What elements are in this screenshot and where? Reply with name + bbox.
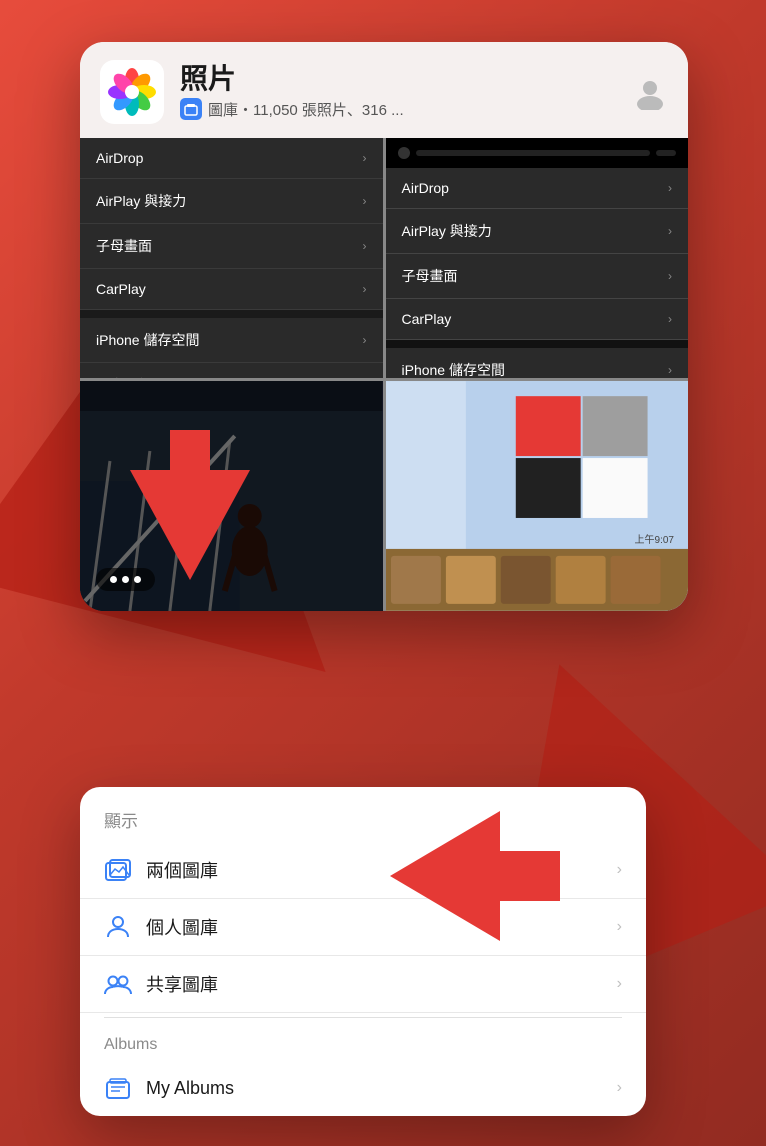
carplay-item-right[interactable]: CarPlay › [386, 299, 689, 340]
color-grid-area: 上午9:07 [386, 381, 689, 611]
albums-section-label: Albums [80, 1022, 646, 1060]
shared-icon [104, 970, 132, 998]
my-albums-label: My Albums [146, 1078, 234, 1099]
dark-menu-left: AirDrop › AirPlay 與接力 › 子母畫面 › CarPlay › [80, 138, 383, 378]
app-icon [100, 60, 164, 124]
popup-separator [104, 1017, 622, 1018]
profile-icon[interactable] [632, 74, 668, 110]
personal-library-label: 個人圖庫 [146, 914, 218, 940]
two-libraries-label: 兩個圖庫 [146, 857, 218, 883]
screenshot-top-right: AirDrop › AirPlay 與接力 › 子母畫面 › CarPlay › [386, 138, 689, 378]
app-subtitle: 圖庫・11,050 張照片、316 ... [180, 98, 632, 120]
airdrop-item-left[interactable]: AirDrop › [80, 138, 383, 179]
popup-card: 顯示 兩個圖庫 › 個人圖庫 › [80, 787, 646, 1116]
popup-header-title: 顯示 [104, 812, 138, 831]
storage-item-left[interactable]: iPhone 儲存空間 › [80, 318, 383, 363]
popup-item-left: 兩個圖庫 [104, 856, 218, 884]
screenshot-top-left: AirDrop › AirPlay 與接力 › 子母畫面 › CarPlay › [80, 138, 383, 378]
airplay-item-left[interactable]: AirPlay 與接力 › [80, 179, 383, 224]
gallery-icon [104, 856, 132, 884]
storage-item-right[interactable]: iPhone 儲存空間 › [386, 348, 689, 378]
dot-1 [110, 576, 117, 583]
popup-item-left-4: My Albums [104, 1074, 234, 1102]
library-icon [180, 98, 202, 120]
popup-header: 顯示 [80, 787, 646, 842]
airdrop-item-right[interactable]: AirDrop › [386, 168, 689, 209]
popup-item-my-albums[interactable]: My Albums › [80, 1060, 646, 1116]
chevron-icon-3: › [617, 975, 622, 993]
carplay-item-left[interactable]: CarPlay › [80, 269, 383, 310]
chevron-icon-2: › [617, 918, 622, 936]
menu-separator-right [386, 340, 689, 348]
popup-item-shared-library[interactable]: 共享圖庫 › [80, 956, 646, 1013]
app-title: 照片 [180, 64, 632, 95]
red-arrow-left [130, 430, 250, 595]
more-item-left[interactable]: 更多動態... [80, 363, 383, 378]
popup-item-personal-library[interactable]: 個人圖庫 › [80, 899, 646, 956]
app-title-area: 照片 圖庫・11,050 張照片、316 ... [180, 64, 632, 121]
app-header: 照片 圖庫・11,050 張照片、316 ... [80, 42, 688, 138]
chevron-icon-1: › [617, 861, 622, 879]
popup-item-left-3: 共享圖庫 [104, 970, 218, 998]
popup-item-two-libraries[interactable]: 兩個圖庫 › [80, 842, 646, 899]
screenshot-bottom-right: 上午9:07 [386, 381, 689, 611]
red-arrow-right [380, 811, 560, 946]
menu-separator [80, 310, 383, 318]
popup-item-left-2: 個人圖庫 [104, 913, 218, 941]
chevron-icon-4: › [617, 1079, 622, 1097]
shared-library-label: 共享圖庫 [146, 971, 218, 997]
pip-item-right[interactable]: 子母畫面 › [386, 254, 689, 299]
person-icon [104, 913, 132, 941]
albums-icon [104, 1074, 132, 1102]
pip-item-left[interactable]: 子母畫面 › [80, 224, 383, 269]
dot-2 [122, 576, 129, 583]
dark-menu-right: AirDrop › AirPlay 與接力 › 子母畫面 › CarPlay › [386, 138, 689, 378]
app-subtitle-text: 圖庫・11,050 張照片、316 ... [208, 99, 404, 120]
airplay-item-right[interactable]: AirPlay 與接力 › [386, 209, 689, 254]
